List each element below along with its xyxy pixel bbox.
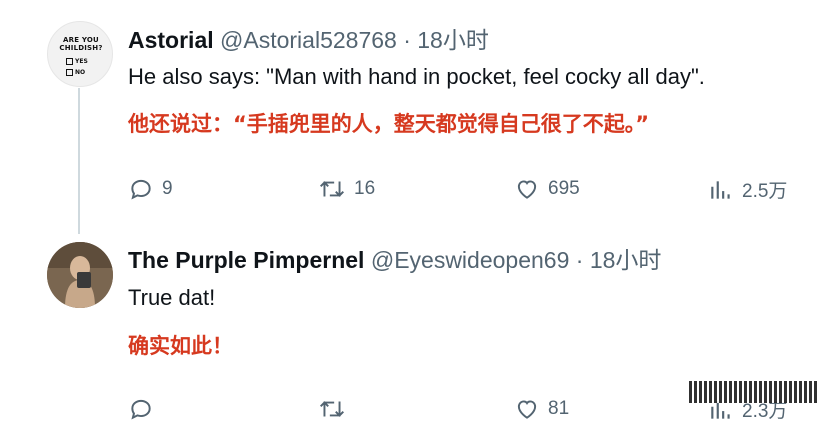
retweet-count: 16 [354, 178, 376, 199]
watermark [689, 381, 819, 403]
avatar[interactable]: ARE YOU CHILDISH? YES NO [47, 21, 113, 87]
reply-icon [128, 176, 154, 202]
retweet-icon [318, 176, 346, 202]
avatar[interactable] [47, 242, 113, 308]
like-count: 81 [548, 398, 570, 419]
tweet-text: True dat! [128, 285, 216, 310]
tweet-translation: 他还说过：“手插兜里的人，整天都觉得自己很了不起。” [128, 112, 650, 136]
thread-line [78, 88, 80, 234]
avatar-option-yes: YES [66, 58, 88, 65]
like-icon [514, 396, 540, 422]
display-name[interactable]: Astorial [128, 27, 214, 53]
avatar-caption: ARE YOU CHILDISH? [59, 36, 103, 52]
handle[interactable]: @Astorial528768 [220, 27, 397, 53]
tweet-header: The Purple Pimpernel @Eyeswideopen69 · 1… [128, 246, 661, 274]
like-button[interactable]: 695 [514, 176, 580, 202]
tweet-header: Astorial @Astorial528768 · 18小时 [128, 26, 489, 54]
timestamp[interactable]: · 18小时 [403, 27, 489, 53]
like-icon [514, 176, 540, 202]
reply-button[interactable] [128, 396, 154, 422]
reply-count: 9 [162, 178, 173, 199]
retweet-icon [318, 396, 346, 422]
views-icon [708, 177, 734, 203]
reply-icon [128, 396, 154, 422]
retweet-button[interactable] [318, 396, 346, 422]
timestamp[interactable]: · 18小时 [576, 247, 662, 273]
tweet-text: He also says: "Man with hand in pocket, … [128, 64, 705, 89]
tweet-translation: 确实如此！ [128, 334, 233, 358]
like-count: 695 [548, 178, 580, 199]
reply-button[interactable]: 9 [128, 176, 173, 202]
handle[interactable]: @Eyeswideopen69 [371, 247, 570, 273]
display-name[interactable]: The Purple Pimpernel [128, 247, 364, 273]
retweet-button[interactable]: 16 [318, 176, 375, 202]
view-count: 2.5万 [742, 181, 788, 202]
like-button[interactable]: 81 [514, 396, 569, 422]
views-button[interactable]: 2.5万 [708, 176, 787, 203]
avatar-option-no: NO [66, 69, 85, 76]
